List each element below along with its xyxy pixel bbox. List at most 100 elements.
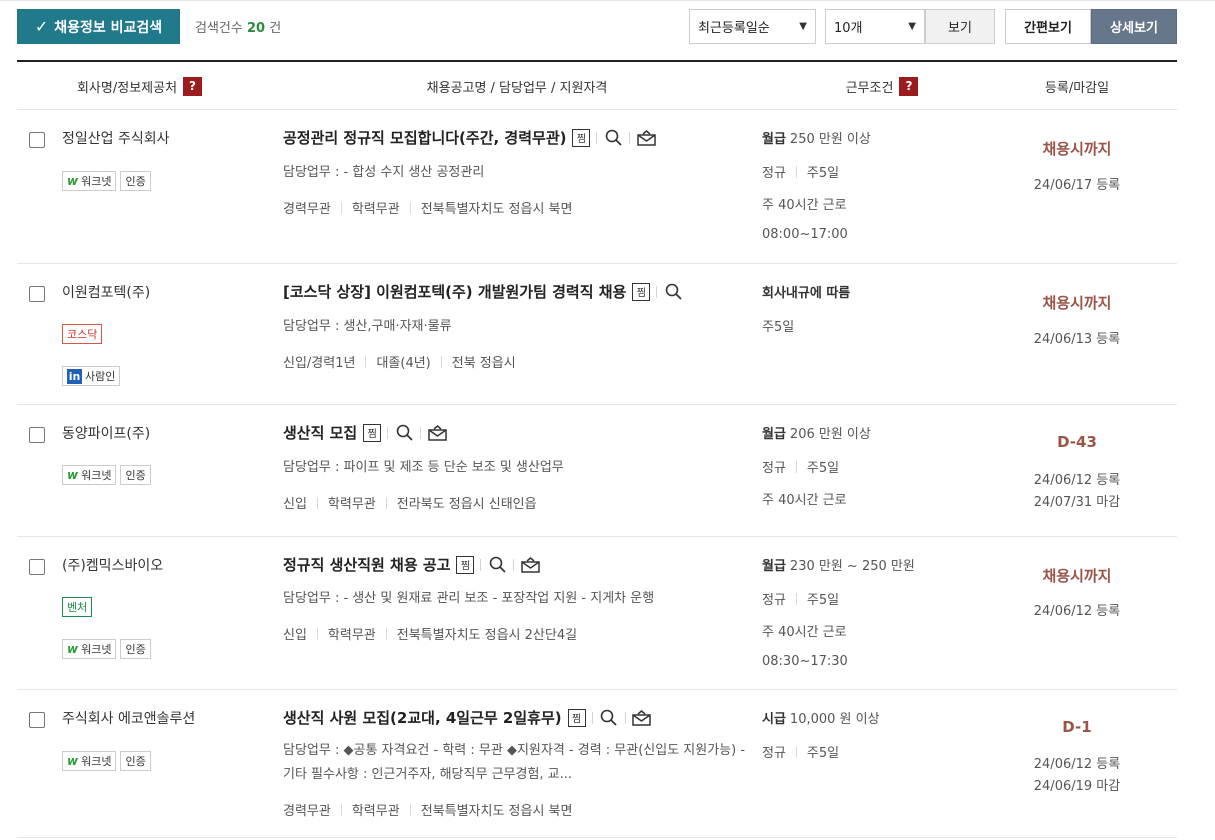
company-badges: w 워크넷 인증 — [62, 465, 151, 485]
worknet-badge: w 워크넷 — [62, 639, 117, 659]
bookmark-icon[interactable]: 찜 — [632, 282, 651, 301]
worknet-icon: w — [67, 468, 79, 482]
employment-type: 정규 주5일 — [762, 460, 840, 476]
sort-select[interactable]: 최근등록일순 ▼ — [689, 9, 816, 44]
closing-date: 24/06/19 마감 — [1033, 779, 1121, 794]
venture-badge: 벤처 — [62, 597, 93, 617]
mail-apply-icon[interactable] — [520, 555, 540, 575]
row-checkbox[interactable] — [29, 427, 45, 443]
cert-badge: 인증 — [120, 751, 151, 771]
source-badges: in 사람인 — [62, 366, 121, 386]
simple-view-button[interactable]: 간편보기 — [1005, 9, 1091, 44]
search-icon[interactable] — [487, 555, 507, 575]
job-title[interactable]: 생산직 모집 — [283, 422, 357, 443]
company-name[interactable]: 이원컴포텍(주) — [62, 282, 150, 302]
company-name[interactable]: 주식회사 에코앤솔루션 — [62, 708, 195, 728]
toolbar: ✓ 채용정보 비교검색 검색건수 20 건 최근등록일순 ▼ 10개 ▼ 보기 … — [17, 9, 1177, 45]
job-duty: 담당업무 : ◆공통 자격요건 - 학력 : 무관 ◆지원자격 - 경력 : 무… — [283, 743, 746, 782]
kosdaq-badge: 코스닥 — [62, 324, 103, 344]
table-header: 회사명/정보제공처 ? 채용공고명 / 담당업무 / 지원자격 근무조건 ? 등… — [17, 60, 1177, 110]
compare-search-button[interactable]: ✓ 채용정보 비교검색 — [17, 9, 180, 44]
detail-view-button[interactable]: 상세보기 — [1091, 9, 1177, 44]
cert-badge: 인증 — [120, 171, 151, 191]
table-row: 주식회사 에코앤솔루션 w 워크넷 인증 생산직 사원 모집(2교대, 4일근무 … — [17, 690, 1177, 838]
deadline: D-43 — [1057, 433, 1097, 451]
salary: 월급 250 만원 이상 — [762, 132, 871, 147]
work-hours: 주 40시간 근로 — [762, 493, 847, 508]
registered-date: 24/06/17 등록 — [1033, 178, 1121, 193]
deadline: D-1 — [1062, 718, 1092, 736]
divider — [513, 558, 515, 571]
job-duty: 담당업무 : 파이프 및 제조 등 단순 보조 및 생산업무 — [283, 460, 564, 475]
row-checkbox[interactable] — [29, 712, 45, 728]
column-company: 회사명/정보제공처 ? — [17, 62, 262, 110]
salary: 월급 206 만원 이상 — [762, 427, 871, 442]
job-title-line: 정규직 생산직원 채용 공고 찜 — [283, 554, 540, 575]
work-time: 08:30~17:30 — [762, 654, 848, 669]
divider — [596, 131, 598, 144]
employment-type: 정규 주5일 — [762, 745, 840, 761]
column-dates: 등록/마감일 — [1044, 80, 1110, 96]
employment-type: 정규 주5일 — [762, 165, 840, 181]
salary: 회사내규에 따름 — [762, 286, 851, 301]
table-row: 동양파이프(주) w 워크넷 인증 생산직 모집 찜 담당업무 : 파이프 및 제… — [17, 405, 1177, 537]
job-title-line: [코스닥 상장] 이원컴포텍(주) 개발원가팀 경력직 채용 찜 — [283, 281, 683, 302]
registered-date: 24/06/13 등록 — [1033, 332, 1121, 347]
salary: 월급 230 만원 ~ 250 만원 — [762, 559, 915, 574]
work-time: 08:00~17:00 — [762, 227, 848, 242]
mail-apply-icon[interactable] — [632, 708, 652, 728]
search-icon[interactable] — [603, 128, 623, 148]
saramin-icon: in — [67, 368, 82, 384]
bookmark-icon[interactable]: 찜 — [567, 708, 586, 727]
divider — [629, 131, 631, 144]
job-qualification: 경력무관 학력무관 전북특별자치도 정읍시 북면 — [283, 803, 573, 819]
view-button[interactable]: 보기 — [925, 9, 995, 44]
row-checkbox[interactable] — [29, 559, 45, 575]
company-name[interactable]: (주)켐믹스바이오 — [62, 555, 163, 575]
job-title-line: 생산직 모집 찜 — [283, 422, 447, 443]
job-qualification: 신입 학력무관 전라북도 정읍시 신태인읍 — [283, 496, 537, 512]
divider — [624, 711, 626, 724]
bookmark-icon[interactable]: 찜 — [363, 423, 382, 442]
job-title[interactable]: 생산직 사원 모집(2교대, 4일근무 2일휴무) — [283, 707, 562, 728]
divider — [591, 711, 593, 724]
help-icon[interactable]: ? — [899, 76, 919, 96]
divider — [387, 426, 389, 439]
job-title[interactable]: [코스닥 상장] 이원컴포텍(주) 개발원가팀 경력직 채용 — [283, 281, 626, 302]
company-name[interactable]: 동양파이프(주) — [62, 423, 150, 443]
mail-apply-icon[interactable] — [636, 128, 656, 148]
worknet-badge: w 워크넷 — [62, 751, 117, 771]
search-icon[interactable] — [394, 423, 414, 443]
job-qualification: 신입/경력1년 대졸(4년) 전북 정읍시 — [283, 355, 516, 371]
column-title: 채용공고명 / 담당업무 / 지원자격 — [426, 80, 608, 96]
job-title[interactable]: 정규직 생산직원 채용 공고 — [283, 554, 450, 575]
mail-apply-icon[interactable] — [427, 423, 447, 443]
search-icon[interactable] — [663, 282, 683, 302]
company-badges: w 워크넷 인증 — [62, 171, 151, 191]
job-title[interactable]: 공정관리 정규직 모집합니다(주간, 경력무관) — [283, 127, 566, 148]
row-checkbox[interactable] — [29, 132, 45, 148]
bookmark-icon[interactable]: 찜 — [572, 128, 591, 147]
closing-date: 24/07/31 마감 — [1033, 495, 1121, 510]
job-duty: 담당업무 : - 합성 수지 생산 공정관리 — [283, 165, 485, 180]
deadline: 채용시까지 — [1042, 140, 1112, 158]
bookmark-icon[interactable]: 찜 — [456, 555, 475, 574]
divider — [656, 285, 658, 298]
work-hours: 주 40시간 근로 — [762, 625, 847, 640]
divider — [420, 426, 422, 439]
row-checkbox[interactable] — [29, 286, 45, 302]
job-duty: 담당업무 : - 생산 및 원재료 관리 보조 - 포장작업 지원 - 지게차 … — [283, 591, 655, 606]
divider — [480, 558, 482, 571]
help-icon[interactable]: ? — [183, 76, 203, 96]
job-qualification: 경력무관 학력무관 전북특별자치도 정읍시 북면 — [283, 201, 573, 217]
company-badges: 코스닥 — [62, 324, 103, 344]
per-page-select[interactable]: 10개 ▼ — [825, 9, 925, 44]
company-badges: w 워크넷 인증 — [62, 751, 151, 771]
search-icon[interactable] — [599, 708, 619, 728]
worknet-badge: w 워크넷 — [62, 465, 117, 485]
company-name[interactable]: 정일산업 주식회사 — [62, 128, 170, 148]
job-qualification: 신입 학력무관 전북특별자치도 정읍시 2산단4길 — [283, 627, 578, 643]
registered-date: 24/06/12 등록 — [1033, 757, 1121, 772]
table-row: (주)켐믹스바이오 벤처 w 워크넷 인증 정규직 생산직원 채용 공고 찜 담당… — [17, 537, 1177, 690]
job-duty: 담당업무 : 생산,구매·자재·물류 — [283, 319, 452, 334]
